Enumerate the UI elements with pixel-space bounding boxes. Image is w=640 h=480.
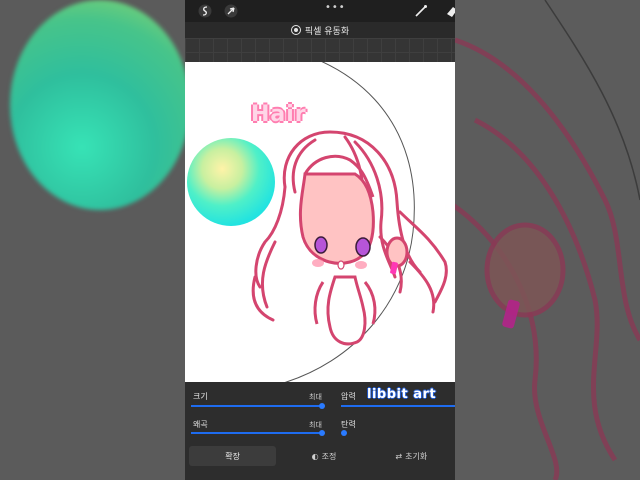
eraser-icon[interactable] xyxy=(443,3,455,19)
pressure-slider[interactable] xyxy=(341,405,455,407)
size-slider-knob[interactable] xyxy=(319,403,325,409)
background-hair-art xyxy=(455,0,640,480)
pressure-label: 압력 xyxy=(341,392,356,401)
character-illustration xyxy=(187,62,448,382)
smudge-icon[interactable] xyxy=(197,3,213,19)
app-window: ••• 픽셀 유동화 Hair 크기 최대 압력 libbit art 왜곡 최… xyxy=(185,0,455,480)
distort-max: 최대 xyxy=(309,421,322,429)
brush-icon[interactable] xyxy=(413,3,429,19)
background-right xyxy=(455,0,640,480)
size-slider[interactable] xyxy=(191,405,321,407)
distort-slider[interactable] xyxy=(191,432,321,434)
color-swatch-disc xyxy=(187,138,275,226)
more-icon[interactable]: ••• xyxy=(325,2,346,13)
size-label: 크기 xyxy=(193,392,208,401)
elastic-slider-knob[interactable] xyxy=(341,430,347,436)
page-title: 픽셀 유동화 xyxy=(304,26,350,37)
preview-eye-icon[interactable] xyxy=(290,25,301,35)
distort-label: 왜곡 xyxy=(193,420,208,429)
tab-adjust[interactable]: ◐ 조정 xyxy=(280,444,367,468)
tab-expand[interactable]: 확장 xyxy=(189,446,277,466)
distort-slider-knob[interactable] xyxy=(319,430,325,436)
tool-header: 픽셀 유동화 xyxy=(185,22,455,38)
background-color-disc xyxy=(10,0,185,210)
tab-reset-label: 초기화 xyxy=(405,451,428,461)
top-toolbar: ••• xyxy=(185,0,455,22)
palette-icon: ◐ xyxy=(311,451,319,461)
background-left xyxy=(0,0,185,480)
watermark-text: libbit art xyxy=(367,387,437,402)
liquify-settings-panel: 크기 최대 압력 libbit art 왜곡 최대 탄력 확장 ◐ 조정 ⇄ 초… xyxy=(185,382,455,480)
selection-arrow-icon[interactable] xyxy=(223,3,239,19)
tab-reset[interactable]: ⇄ 초기화 xyxy=(368,444,455,468)
drawing-canvas[interactable]: Hair xyxy=(185,62,455,382)
liquify-action-tabs: 확장 ◐ 조정 ⇄ 초기화 xyxy=(185,444,455,468)
tab-adjust-label: 조정 xyxy=(321,451,337,461)
elastic-label: 탄력 xyxy=(341,420,356,429)
canvas-surround-grid xyxy=(185,38,455,62)
reset-icon: ⇄ xyxy=(395,451,403,461)
size-max: 최대 xyxy=(309,393,322,401)
